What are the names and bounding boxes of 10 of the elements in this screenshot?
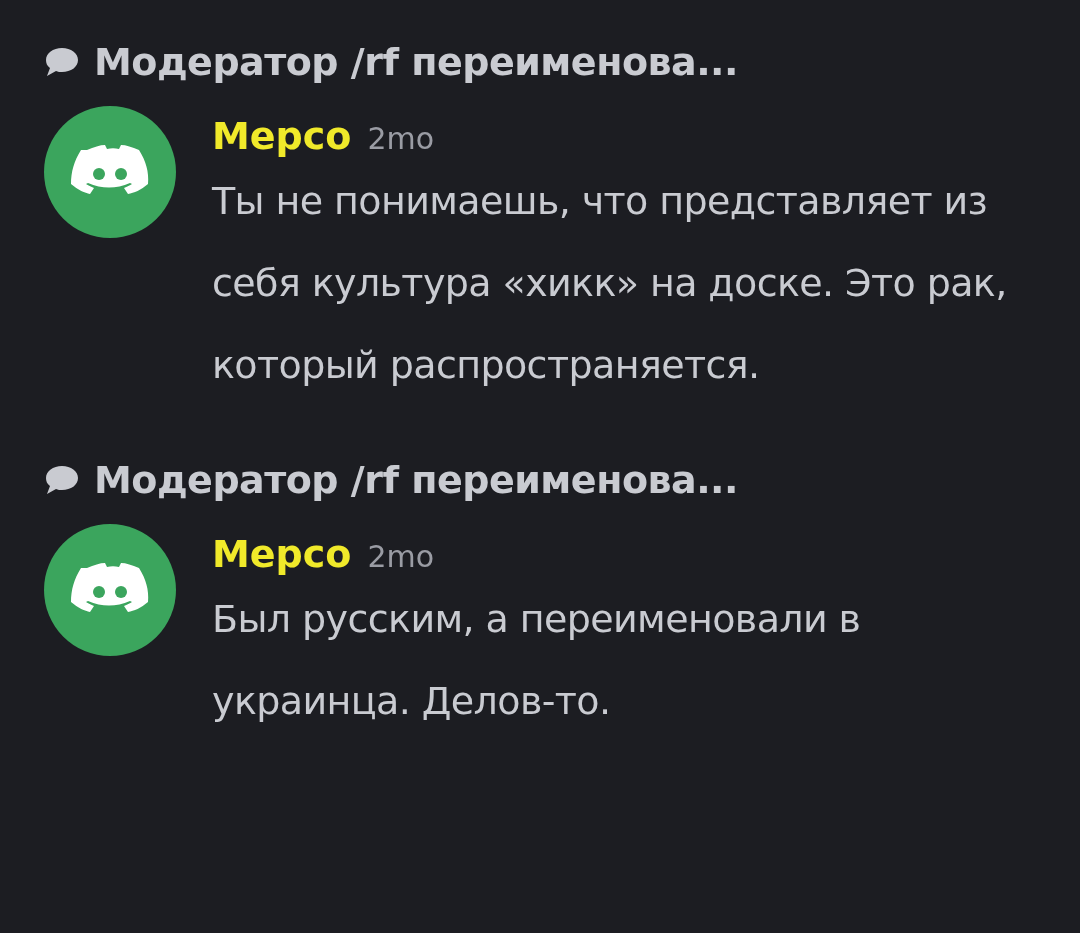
timestamp: 2mo xyxy=(367,539,435,574)
username[interactable]: Мерсо xyxy=(212,114,352,158)
message-text: Ты не понимаешь, что представляет из себя культура «хикк» на доске. Это рак, который распространяется. xyxy=(212,178,1008,389)
thread-title[interactable]: Модератор /rf переименова... xyxy=(94,458,738,502)
message-text: Был русским, а переименовали в украинца. Делов-то. xyxy=(212,596,862,725)
username[interactable]: Мерсо xyxy=(212,532,352,576)
thread-icon xyxy=(44,464,80,496)
thread-icon xyxy=(44,46,80,78)
timestamp: 2mo xyxy=(367,121,435,156)
thread-title[interactable]: Модератор /rf переименова... xyxy=(94,40,738,84)
